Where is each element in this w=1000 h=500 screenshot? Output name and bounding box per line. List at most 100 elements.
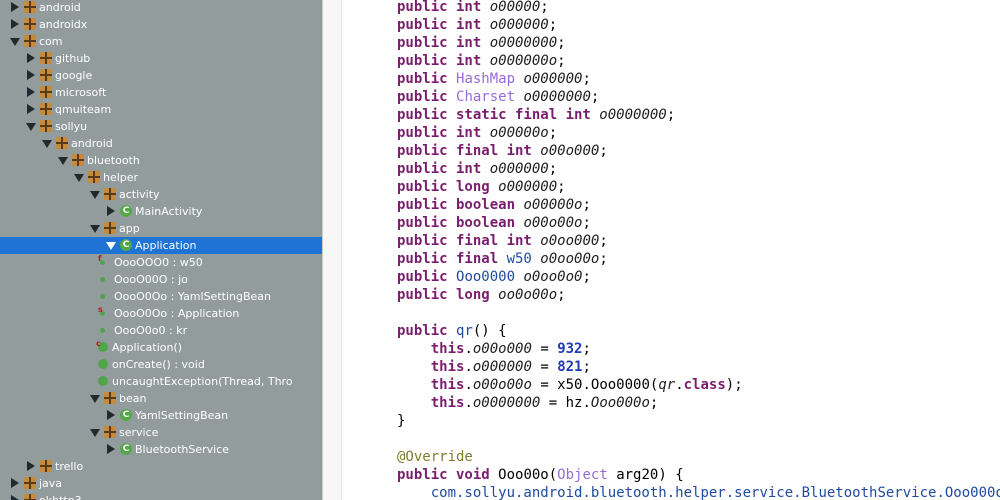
code-line[interactable]: public long o000000; xyxy=(397,178,566,196)
code-line[interactable]: public long oo0o00o; xyxy=(397,286,566,304)
tree-item-bluetoothservice[interactable]: BluetoothService xyxy=(0,441,322,458)
package-icon xyxy=(24,477,36,489)
code-token: o000000o xyxy=(489,53,558,69)
chevron-down-icon[interactable] xyxy=(10,38,20,46)
code-line[interactable]: public int o00000; xyxy=(397,0,549,16)
code-line[interactable]: public final int o00o000; xyxy=(397,142,608,160)
code-line[interactable]: this.o000000 = 821; xyxy=(397,358,591,376)
code-line[interactable]: this.o0000000 = hz.Ooo000o; xyxy=(397,394,659,412)
chevron-right-icon[interactable] xyxy=(27,70,35,80)
modifier-badge-icon: s xyxy=(98,305,103,314)
code-token: ; xyxy=(649,395,659,411)
chevron-right-icon[interactable] xyxy=(11,495,19,500)
tree-item-sollyu[interactable]: sollyu xyxy=(0,118,322,135)
tree-item-bluetooth[interactable]: bluetooth xyxy=(0,152,322,169)
chevron-down-icon[interactable] xyxy=(106,242,116,250)
code-token: com.sollyu.android.bluetooth.helper.serv… xyxy=(430,485,1000,500)
chevron-down-icon[interactable] xyxy=(42,140,52,148)
tree-item-com[interactable]: com xyxy=(0,33,322,50)
code-token: ; xyxy=(590,89,600,105)
tree-item-oooo0oo-yamlsettingbean[interactable]: OooO0Oo : YamlSettingBean xyxy=(0,288,322,305)
chevron-right-icon[interactable] xyxy=(27,104,35,114)
code-line[interactable]: public static final int o0000000; xyxy=(397,106,675,124)
tree-item-android[interactable]: android xyxy=(0,135,322,152)
tree-item-oooooo0-w50[interactable]: f OooOOO0 : w50 xyxy=(0,254,322,271)
code-line[interactable]: public qr() { xyxy=(397,322,507,340)
code-line[interactable]: com.sollyu.android.bluetooth.helper.serv… xyxy=(397,484,1000,500)
class-icon xyxy=(120,205,132,217)
code-line[interactable]: public Ooo0000 o0oo0o0; xyxy=(397,268,591,286)
code-token: public int xyxy=(397,17,490,33)
tree-item-oooo0oo-application[interactable]: s OooO0Oo : Application xyxy=(0,305,322,322)
project-tree[interactable]: android androidx com github google microsoft q… xyxy=(0,0,322,500)
chevron-down-icon[interactable] xyxy=(26,123,36,131)
package-icon xyxy=(24,18,36,30)
code-line[interactable]: public int o0000000; xyxy=(397,34,566,52)
code-line[interactable]: this.o00o00o = x50.Ooo0000(qr.class); xyxy=(397,376,743,394)
chevron-right-icon[interactable] xyxy=(107,206,115,216)
tree-item-mainactivity[interactable]: MainActivity xyxy=(0,203,322,220)
tree-item-service[interactable]: service xyxy=(0,424,322,441)
tree-item-microsoft[interactable]: microsoft xyxy=(0,84,322,101)
package-icon xyxy=(104,222,116,234)
tree-item-trello[interactable]: trello xyxy=(0,458,322,475)
tree-item-application[interactable]: c Application() xyxy=(0,339,322,356)
code-token: public boolean xyxy=(397,215,524,231)
code-line[interactable]: public HashMap o000000; xyxy=(397,70,591,88)
chevron-right-icon[interactable] xyxy=(27,461,35,471)
code-token: = xyxy=(531,341,558,357)
code-line[interactable]: @Override xyxy=(397,448,473,466)
tree-item-okhttp3[interactable]: okhttp3 xyxy=(0,492,322,500)
chevron-right-icon[interactable] xyxy=(11,19,19,29)
code-line[interactable]: public int o00000o; xyxy=(397,124,557,142)
tree-item-uncaughtexception-thread-thro[interactable]: uncaughtException(Thread, Thro xyxy=(0,373,322,390)
chevron-down-icon[interactable] xyxy=(90,191,100,199)
package-icon xyxy=(56,137,68,149)
code-token: public int xyxy=(397,53,490,69)
chevron-right-icon[interactable] xyxy=(27,53,35,63)
tree-item-oncreate-void[interactable]: onCreate() : void xyxy=(0,356,322,373)
chevron-right-icon[interactable] xyxy=(11,478,19,488)
chevron-down-icon[interactable] xyxy=(90,225,100,233)
code-editor[interactable]: public int o00000; public int o000000; pub… xyxy=(343,0,1000,500)
code-token: public final int xyxy=(397,143,541,159)
chevron-down-icon[interactable] xyxy=(58,157,68,165)
code-line[interactable]: public int o000000; xyxy=(397,16,557,34)
chevron-right-icon[interactable] xyxy=(27,87,35,97)
chevron-down-icon[interactable] xyxy=(74,174,84,182)
code-line[interactable]: } xyxy=(397,412,405,430)
code-token: o00o00o xyxy=(523,215,583,231)
chevron-down-icon[interactable] xyxy=(90,395,100,403)
code-token: o0000000 xyxy=(523,89,591,105)
tree-item-android[interactable]: android xyxy=(0,0,322,16)
class-icon xyxy=(120,443,132,455)
code-line[interactable]: public boolean o00000o; xyxy=(397,196,591,214)
code-line[interactable]: public int o000000; xyxy=(397,160,557,178)
tree-item-github[interactable]: github xyxy=(0,50,322,67)
tree-item-qmuiteam[interactable]: qmuiteam xyxy=(0,101,322,118)
chevron-right-icon[interactable] xyxy=(107,410,115,420)
tree-item-oooo00o-jo[interactable]: OooO00O : jo xyxy=(0,271,322,288)
tree-item-bean[interactable]: bean xyxy=(0,390,322,407)
tree-item-google[interactable]: google xyxy=(0,67,322,84)
code-line[interactable]: public final int o0oo000; xyxy=(397,232,608,250)
code-line[interactable]: public final w50 o0oo00o; xyxy=(397,250,608,268)
code-line[interactable]: public void Ooo00o(Object arg20) { xyxy=(397,466,684,484)
code-line[interactable]: public Charset o0000000; xyxy=(397,88,599,106)
tree-item-oooo0o0-kr[interactable]: OooO0o0 : kr xyxy=(0,322,322,339)
tree-item-app[interactable]: app xyxy=(0,220,322,237)
code-token: public static final int xyxy=(397,107,600,123)
tree-item-application[interactable]: Application xyxy=(0,237,322,254)
tree-item-androidx[interactable]: androidx xyxy=(0,16,322,33)
code-line[interactable]: public boolean o00o00o; xyxy=(397,214,591,232)
chevron-right-icon[interactable] xyxy=(11,2,19,12)
chevron-right-icon[interactable] xyxy=(107,444,115,454)
tree-item-activity[interactable]: activity xyxy=(0,186,322,203)
tree-item-java[interactable]: java xyxy=(0,475,322,492)
code-line[interactable]: this.o00o000 = 932; xyxy=(397,340,591,358)
code-line[interactable]: public int o000000o; xyxy=(397,52,566,70)
chevron-down-icon[interactable] xyxy=(90,429,100,437)
tree-item-helper[interactable]: helper xyxy=(0,169,322,186)
modifier-badge-icon: f xyxy=(98,254,102,263)
tree-item-yamlsettingbean[interactable]: YamlSettingBean xyxy=(0,407,322,424)
